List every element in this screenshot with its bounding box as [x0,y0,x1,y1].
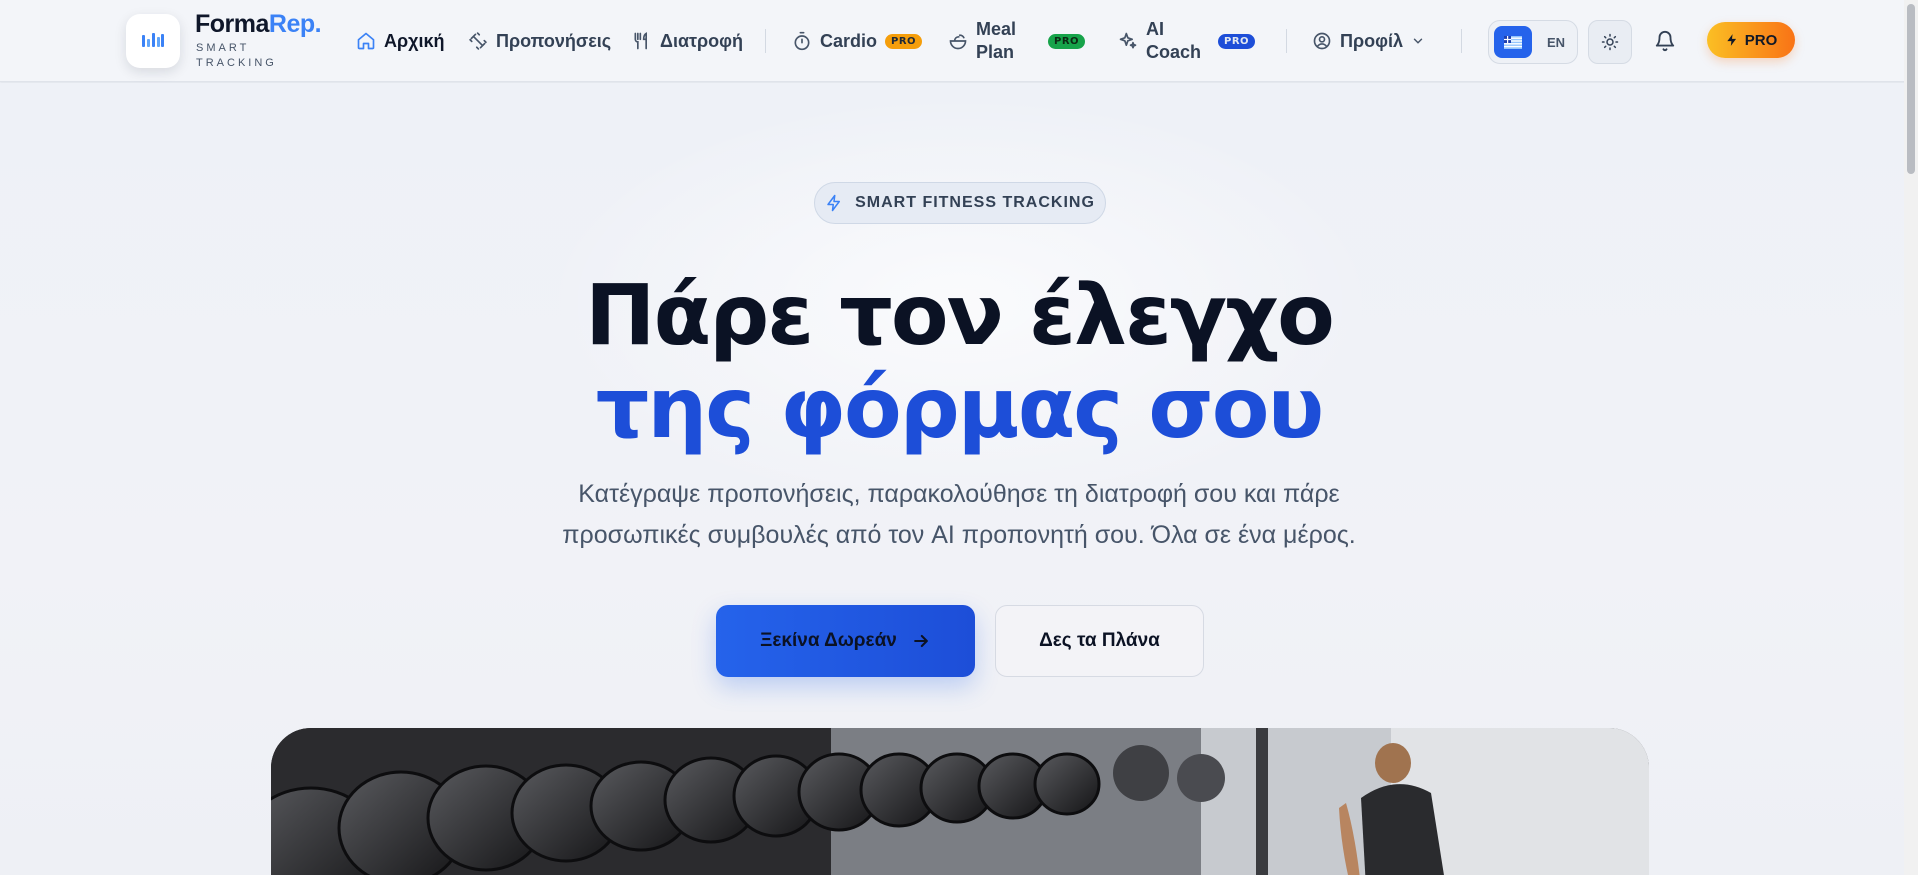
hero-description: Κατέγραψε προπονήσεις, παρακολούθησε τη … [480,474,1438,556]
user-circle-icon [1313,32,1331,50]
pro-upgrade-button[interactable]: PRO [1707,22,1795,58]
utensils-icon [634,32,647,50]
language-switcher: EN [1488,20,1578,64]
nav-divider [1286,29,1287,53]
view-plans-label: Δες τα Πλάνα [1039,630,1160,651]
timer-icon [794,31,810,51]
hero-gym-image [271,728,1649,875]
arrow-right-icon [913,634,928,648]
nav-item-label: AI Coach [1146,19,1202,62]
brand-name-part1: Forma [195,10,269,38]
brand-name-part2: Rep. [268,10,322,38]
lightning-icon [1727,34,1736,46]
logo-icon[interactable] [126,14,180,68]
start-free-label: Ξεκίνα Δωρεάν [760,630,897,651]
bell-icon [1655,31,1675,52]
nav-item-ai-coach[interactable]: AI Coach PRO [1118,0,1256,82]
brand-tagline: SMART TRACKING [196,42,277,69]
nav-item-nutrition[interactable]: Διατροφή [632,0,743,82]
nav-item-label: Διατροφή [660,30,744,51]
dumbbell-icon [469,32,487,50]
nav-item-home[interactable]: Αρχική [356,0,445,82]
nav-item-profile[interactable]: Προφίλ [1312,0,1425,82]
top-navbar: FormaRep. SMART TRACKING Αρχική Προπονήσ… [0,0,1918,82]
lang-en-button[interactable]: EN [1537,26,1575,58]
theme-toggle-button[interactable] [1588,20,1632,64]
hero-description-line1: Κατέγραψε προπονήσεις, παρακολούθησε τη … [578,480,1340,508]
view-plans-button[interactable]: Δες τα Πλάνα [995,605,1204,677]
hero-eyebrow-text: SMART FITNESS TRACKING [855,194,1095,211]
scrollbar-thumb[interactable] [1907,4,1915,174]
pro-upgrade-label: PRO [1744,31,1778,49]
pro-badge: PRO [1218,33,1256,49]
nav-item-cardio[interactable]: Cardio PRO [792,0,923,82]
nav-item-label: Προφίλ [1340,30,1404,51]
nav-item-label: Αρχική [384,30,445,51]
home-icon [357,32,375,50]
nav-divider [765,29,766,53]
nav-item-label: Προπονήσεις [496,30,612,51]
pro-badge: PRO [885,33,923,49]
brand-name[interactable]: FormaRep. [195,10,322,39]
nav-item-meal-plan[interactable]: Meal Plan PRO [948,0,1086,82]
greek-flag-icon [1504,35,1522,49]
hero-description-line2: προσωπικές συμβουλές από τον AI προπονητ… [562,521,1356,549]
notifications-button[interactable] [1652,28,1678,54]
nav-divider [1461,29,1462,53]
sun-icon [1601,33,1619,51]
hero-title-line2: της φόρμας σου [595,359,1324,457]
sparkles-icon [1119,32,1137,49]
start-free-button[interactable]: Ξεκίνα Δωρεάν [716,605,975,677]
hero-eyebrow-pill: SMART FITNESS TRACKING [814,182,1106,224]
nav-item-label: Meal Plan [976,19,1017,62]
nav-item-label: Cardio [820,30,878,51]
page-scrollbar[interactable] [1904,0,1918,875]
salad-icon [949,34,967,50]
hero-title-line1: Πάρε τον έλεγχο [585,266,1335,364]
lang-gr-button[interactable] [1494,26,1532,58]
chevron-down-icon [1413,38,1423,44]
gym-photo-illustration [271,728,1649,875]
lightning-icon [827,194,841,212]
nav-item-workouts[interactable]: Προπονήσεις [468,0,611,82]
pro-badge: PRO [1048,33,1086,49]
